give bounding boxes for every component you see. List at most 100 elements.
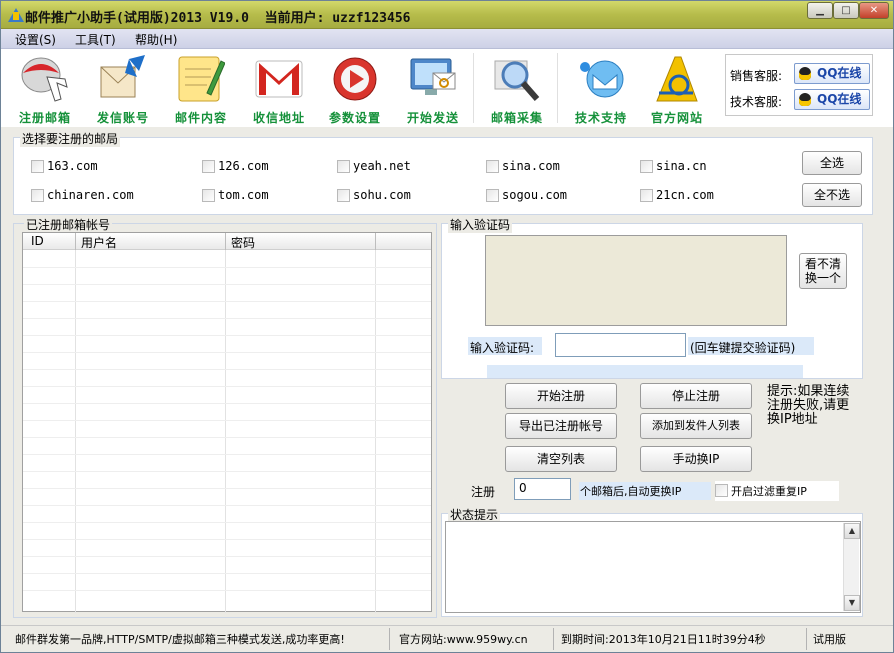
status-separator <box>553 628 554 650</box>
row-line <box>23 505 431 506</box>
checkbox-label: sogou.com <box>502 188 568 202</box>
row-line <box>23 522 431 523</box>
tip-text: 提示:如果连续注册失败,请更换IP地址 <box>767 384 850 427</box>
status-textarea[interactable] <box>445 521 861 613</box>
row-line <box>23 386 431 387</box>
column-header-username[interactable]: 用户名 <box>81 234 117 251</box>
change-ip-button[interactable]: 手动换IP <box>640 446 752 472</box>
status-separator <box>389 628 390 650</box>
tech-service-label: 技术客服: <box>730 95 783 109</box>
status-slogan: 邮件群发第一品牌,HTTP/SMTP/虚拟邮箱三种模式发送,成功率更高! <box>15 633 345 646</box>
tool-register-mailbox[interactable]: 注册邮箱 <box>7 51 83 125</box>
registered-accounts-list[interactable]: ID 用户名 密码 <box>22 232 432 613</box>
tool-sender-accounts[interactable]: 发信账号 <box>85 51 161 125</box>
tool-start-sending[interactable]: 开始发送 <box>395 51 471 125</box>
row-line <box>23 539 431 540</box>
window-title: 邮件推广小助手(试用版)2013 V19.0 当前用户: uzzf123456 <box>25 11 411 26</box>
checkbox-sogou[interactable]: sogou.com <box>486 186 592 206</box>
column-header-id[interactable]: ID <box>31 234 44 248</box>
close-button[interactable]: ✕ <box>859 2 889 19</box>
sales-service-label: 销售客服: <box>730 69 783 83</box>
sales-qq-online-button[interactable]: QQ在线 <box>794 63 870 84</box>
scroll-up-icon[interactable]: ▲ <box>844 523 860 539</box>
captcha-image <box>485 235 787 326</box>
maximize-button[interactable]: □ <box>833 2 859 19</box>
checkbox-tom[interactable]: tom.com <box>202 186 290 206</box>
menu-tools[interactable]: 工具(T) <box>75 31 116 48</box>
checkbox-box[interactable] <box>640 160 653 173</box>
header-divider <box>375 233 376 250</box>
checkbox-label: sina.com <box>502 159 560 173</box>
checkbox-yeah[interactable]: yeah.net <box>337 157 447 177</box>
tool-tech-support[interactable]: 技术支持 <box>563 51 639 125</box>
deselect-all-button[interactable]: 全不选 <box>802 183 862 207</box>
menu-bar: 设置(S) 工具(T) 帮助(H) <box>1 29 893 49</box>
clear-list-button[interactable]: 清空列表 <box>505 446 617 472</box>
checkbox-box[interactable] <box>640 189 653 202</box>
column-header-password[interactable]: 密码 <box>231 234 255 251</box>
checkbox-126[interactable]: 126.com <box>202 157 302 177</box>
captcha-input-label: 输入验证码: <box>468 337 542 355</box>
checkbox-sina-com[interactable]: sina.com <box>486 157 596 177</box>
mailbox-select-title: 选择要注册的邮局 <box>20 130 121 147</box>
checkbox-box[interactable] <box>31 160 44 173</box>
checkbox-box[interactable] <box>486 160 499 173</box>
status-official-site[interactable]: 官方网站:www.959wy.cn <box>399 631 528 647</box>
tool-parameters[interactable]: 参数设置 <box>317 51 393 125</box>
checkbox-sohu[interactable]: sohu.com <box>337 186 437 206</box>
minimize-button[interactable]: ▁ <box>807 2 833 19</box>
tool-label: 发信账号 <box>96 111 149 125</box>
filter-duplicate-ip-checkbox[interactable]: 开启过滤重复IP <box>715 481 839 501</box>
tool-label: 官方网站 <box>650 111 703 125</box>
row-line <box>23 352 431 353</box>
checkbox-label: sina.cn <box>656 159 707 173</box>
header-divider <box>225 233 226 250</box>
checkbox-163[interactable]: 163.com <box>31 157 161 177</box>
tool-mail-collection[interactable]: 邮箱采集 <box>479 51 555 125</box>
title-bar[interactable]: 邮件推广小助手(试用版)2013 V19.0 当前用户: uzzf123456 … <box>1 1 893 29</box>
menu-help[interactable]: 帮助(H) <box>135 31 177 48</box>
row-line <box>23 301 431 302</box>
row-line <box>23 590 431 591</box>
checkbox-sina-cn[interactable]: sina.cn <box>640 157 740 177</box>
checkbox-21cn[interactable]: 21cn.com <box>640 186 740 206</box>
checkbox-box[interactable] <box>337 160 350 173</box>
scroll-down-icon[interactable]: ▼ <box>844 595 860 611</box>
select-all-button[interactable]: 全选 <box>802 151 862 175</box>
refresh-captcha-button[interactable]: 看不清换一个 <box>799 253 847 289</box>
checkbox-box[interactable] <box>202 189 215 202</box>
checkbox-box[interactable] <box>202 160 215 173</box>
tool-label: 开始发送 <box>406 111 459 125</box>
checkbox-label: 126.com <box>218 159 269 173</box>
status-edition: 试用版 <box>813 633 846 646</box>
gmail-icon <box>255 60 303 98</box>
checkbox-box[interactable] <box>715 484 728 497</box>
menu-settings[interactable]: 设置(S) <box>15 31 56 48</box>
start-register-button[interactable]: 开始注册 <box>505 383 617 409</box>
checkbox-chinaren[interactable]: chinaren.com <box>31 186 155 206</box>
status-expire-time: 到期时间:2013年10月21日11时39分4秒 <box>561 633 766 646</box>
add-to-senders-button[interactable]: 添加到发件人列表 <box>640 413 752 439</box>
checkbox-box[interactable] <box>337 189 350 202</box>
status-scrollbar[interactable]: ▲ ▼ <box>843 523 860 611</box>
row-line <box>23 437 431 438</box>
checkbox-label: chinaren.com <box>47 188 134 202</box>
monitor-mail-icon <box>410 58 456 95</box>
tech-qq-online-button[interactable]: QQ在线 <box>794 89 870 110</box>
tech-service-row: 技术客服: QQ在线 <box>730 89 872 111</box>
tool-recipient-addresses[interactable]: 收信地址 <box>241 51 317 125</box>
checkbox-box[interactable] <box>486 189 499 202</box>
tool-official-site[interactable]: 官方网站 <box>639 51 715 125</box>
tool-label: 收信地址 <box>252 111 305 125</box>
mailbox-select-group: 选择要注册的邮局 163.com 126.com yeah.net sina.c… <box>13 130 873 215</box>
row-line <box>23 403 431 404</box>
tool-label: 参数设置 <box>328 111 381 125</box>
tool-mail-content[interactable]: 邮件内容 <box>163 51 239 125</box>
export-accounts-button[interactable]: 导出已注册帐号 <box>505 413 617 439</box>
register-count-input[interactable]: 0 <box>514 478 571 500</box>
checkbox-box[interactable] <box>31 189 44 202</box>
main-window: 邮件推广小助手(试用版)2013 V19.0 当前用户: uzzf123456 … <box>0 0 894 653</box>
row-line <box>23 369 431 370</box>
stop-register-button[interactable]: 停止注册 <box>640 383 752 409</box>
captcha-input[interactable] <box>555 333 686 357</box>
